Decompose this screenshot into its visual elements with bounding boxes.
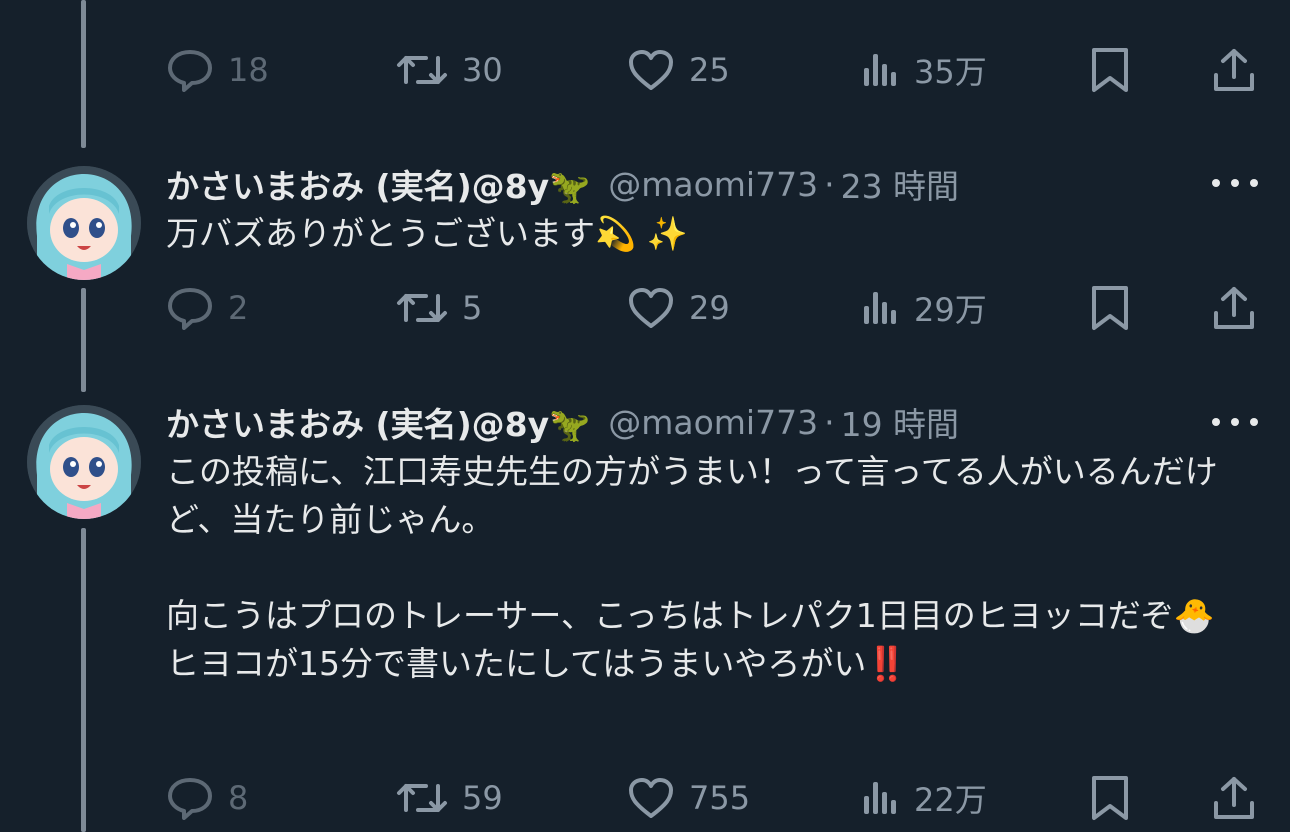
tweet-timestamp[interactable]: 19 時間 [841, 398, 959, 446]
reply-button[interactable]: 2 [166, 283, 248, 333]
analytics-icon [864, 54, 896, 86]
retweet-icon [397, 56, 447, 84]
like-button[interactable]: 755 [627, 773, 750, 823]
retweet-icon [397, 784, 447, 812]
like-count: 29 [689, 289, 730, 327]
heart-icon [629, 50, 673, 90]
analytics-icon [864, 782, 896, 814]
separator-dot: · [824, 164, 835, 204]
share-button[interactable] [1212, 45, 1256, 95]
like-count: 25 [689, 51, 730, 89]
view-count: 29万 [914, 291, 987, 329]
share-icon [1214, 777, 1254, 819]
retweet-count: 5 [462, 289, 483, 327]
reply-icon [168, 778, 212, 820]
more-options-button[interactable] [1212, 407, 1258, 437]
like-button[interactable]: 25 [627, 45, 730, 95]
retweet-icon [397, 294, 447, 322]
tweet-text: 万バズありがとうございます💫 ✨ [166, 214, 688, 253]
avatar[interactable] [27, 166, 141, 280]
share-button[interactable] [1212, 773, 1256, 823]
user-handle[interactable]: @maomi773 [608, 403, 818, 442]
display-name[interactable]: かさいまおみ (実名)@8y🦖 [166, 398, 590, 446]
retweet-button[interactable]: 30 [396, 45, 503, 95]
share-button[interactable] [1212, 283, 1256, 333]
view-count: 22万 [914, 781, 987, 819]
more-options-button[interactable] [1212, 168, 1258, 198]
display-name[interactable]: かさいまおみ (実名)@8y🦖 [166, 160, 590, 208]
heart-icon [629, 288, 673, 328]
reply-count: 2 [228, 289, 249, 327]
more-dot-icon [1212, 418, 1220, 426]
tweet-header: かさいまおみ (実名)@8y🦖 @maomi773 · 19 時間 [166, 402, 959, 445]
reply-count: 18 [228, 51, 269, 89]
more-dot-icon [1250, 179, 1258, 187]
user-handle[interactable]: @maomi773 [608, 165, 818, 204]
bookmark-icon [1092, 286, 1128, 330]
tweet-action-bar: 18 30 25 35万 [0, 45, 1290, 95]
views-button[interactable]: 22万 [860, 773, 987, 823]
like-count: 755 [689, 779, 751, 817]
tweet-action-bar: 8 59 755 22万 [0, 773, 1290, 823]
heart-icon [629, 778, 673, 818]
reply-count: 8 [228, 779, 249, 817]
reply-button[interactable]: 8 [166, 773, 248, 823]
like-button[interactable]: 29 [627, 283, 730, 333]
tweet-text: この投稿に、江口寿史先生の方がうまい！って言ってる人がいるんだけど、当たり前じゃ… [166, 452, 1218, 683]
tweet-action-bar: 2 5 29 29万 [0, 283, 1290, 333]
bookmark-button[interactable] [1090, 283, 1130, 333]
retweet-count: 30 [462, 51, 503, 89]
avatar[interactable] [27, 405, 141, 519]
reply-button[interactable]: 18 [166, 45, 269, 95]
reply-icon [168, 288, 212, 330]
bookmark-button[interactable] [1090, 773, 1130, 823]
more-dot-icon [1212, 179, 1220, 187]
tweet-timestamp[interactable]: 23 時間 [841, 160, 959, 208]
reply-icon [168, 50, 212, 92]
views-button[interactable]: 29万 [860, 283, 987, 333]
bookmark-icon [1092, 48, 1128, 92]
retweet-count: 59 [462, 779, 503, 817]
more-dot-icon [1231, 418, 1239, 426]
retweet-button[interactable]: 5 [396, 283, 482, 333]
share-icon [1214, 49, 1254, 91]
separator-dot: · [824, 402, 835, 442]
bookmark-button[interactable] [1090, 45, 1130, 95]
views-button[interactable]: 35万 [860, 45, 987, 95]
retweet-button[interactable]: 59 [396, 773, 503, 823]
bookmark-icon [1092, 776, 1128, 820]
more-dot-icon [1250, 418, 1258, 426]
more-dot-icon [1231, 179, 1239, 187]
share-icon [1214, 287, 1254, 329]
tweet-header: かさいまおみ (実名)@8y🦖 @maomi773 · 23 時間 [166, 164, 959, 207]
analytics-icon [864, 292, 896, 324]
view-count: 35万 [914, 53, 987, 91]
